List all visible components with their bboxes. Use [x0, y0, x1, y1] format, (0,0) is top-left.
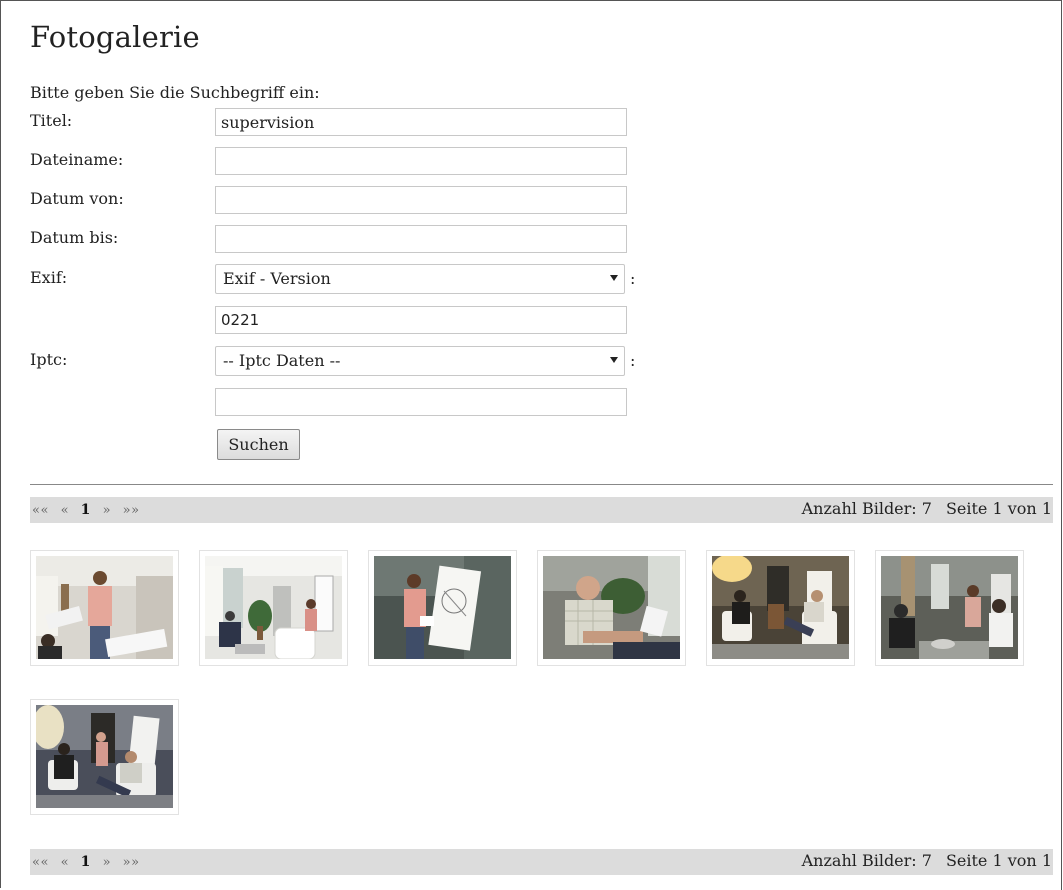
iptc-value-input[interactable] — [215, 388, 627, 416]
datum-von-input[interactable] — [215, 186, 627, 214]
photo-6-image — [881, 556, 1018, 659]
pager-info: Anzahl Bilder: 7 Seite 1 von 1 — [802, 499, 1052, 518]
pager-prev-link[interactable]: « — [61, 503, 69, 518]
search-intro-text: Bitte geben Sie die Suchbegriff ein: — [30, 83, 320, 102]
gallery-thumbnail[interactable] — [875, 550, 1024, 666]
pager-bottom: «« « 1 » »» Anzahl Bilder: 7 Seite 1 von … — [30, 849, 1053, 875]
gallery-thumbnail[interactable] — [537, 550, 686, 666]
photo-7-image — [36, 705, 173, 808]
page-indicator: Seite 1 von 1 — [945, 499, 1052, 518]
gallery-thumbnail[interactable] — [30, 699, 179, 815]
pager-next-link[interactable]: » — [103, 503, 111, 518]
iptc-label: Iptc: — [30, 350, 68, 369]
gallery-thumbnail[interactable] — [368, 550, 517, 666]
exif-label: Exif: — [30, 268, 68, 287]
divider — [30, 484, 1053, 485]
photo-2-image — [205, 556, 342, 659]
photo-5-image — [712, 556, 849, 659]
pager-first-link[interactable]: «« — [32, 503, 49, 518]
image-count: Anzahl Bilder: 7 — [801, 851, 932, 870]
exif-select[interactable]: Exif - Version — [215, 264, 625, 294]
iptc-colon: : — [630, 351, 636, 370]
pager-next-link[interactable]: » — [103, 855, 111, 870]
page-indicator: Seite 1 von 1 — [945, 851, 1052, 870]
pager-top: «« « 1 » »» Anzahl Bilder: 7 Seite 1 von … — [30, 497, 1053, 523]
gallery-thumbnail[interactable] — [30, 550, 179, 666]
pager-prev-link[interactable]: « — [61, 855, 69, 870]
pager-last-link[interactable]: »» — [123, 855, 140, 870]
titel-input[interactable] — [215, 108, 627, 136]
pager-current-page: 1 — [80, 502, 91, 518]
titel-label: Titel: — [30, 111, 73, 130]
chevron-down-icon — [610, 357, 618, 363]
exif-colon: : — [630, 269, 636, 288]
photo-1-image — [36, 556, 173, 659]
page-title: Fotogalerie — [30, 20, 200, 54]
pager-info: Anzahl Bilder: 7 Seite 1 von 1 — [802, 851, 1052, 870]
pager-nav: «« « 1 » »» — [32, 854, 147, 870]
photo-3-image — [374, 556, 511, 659]
search-button[interactable]: Suchen — [217, 429, 300, 460]
datum-bis-label: Datum bis: — [30, 228, 119, 247]
gallery-thumbnail[interactable] — [706, 550, 855, 666]
pager-nav: «« « 1 » »» — [32, 502, 147, 518]
photo-4-image — [543, 556, 680, 659]
pager-last-link[interactable]: »» — [123, 503, 140, 518]
iptc-select[interactable]: -- Iptc Daten -- — [215, 346, 625, 376]
datum-von-label: Datum von: — [30, 189, 124, 208]
exif-value-input[interactable] — [215, 306, 627, 334]
image-count: Anzahl Bilder: 7 — [801, 499, 932, 518]
pager-first-link[interactable]: «« — [32, 855, 49, 870]
gallery-thumbnail[interactable] — [199, 550, 348, 666]
dateiname-input[interactable] — [215, 147, 627, 175]
pager-current-page: 1 — [80, 854, 91, 870]
chevron-down-icon — [610, 275, 618, 281]
datum-bis-input[interactable] — [215, 225, 627, 253]
page-frame-edge — [1061, 0, 1062, 890]
dateiname-label: Dateiname: — [30, 150, 124, 169]
iptc-select-value: -- Iptc Daten -- — [223, 351, 341, 370]
exif-select-value: Exif - Version — [223, 269, 331, 288]
